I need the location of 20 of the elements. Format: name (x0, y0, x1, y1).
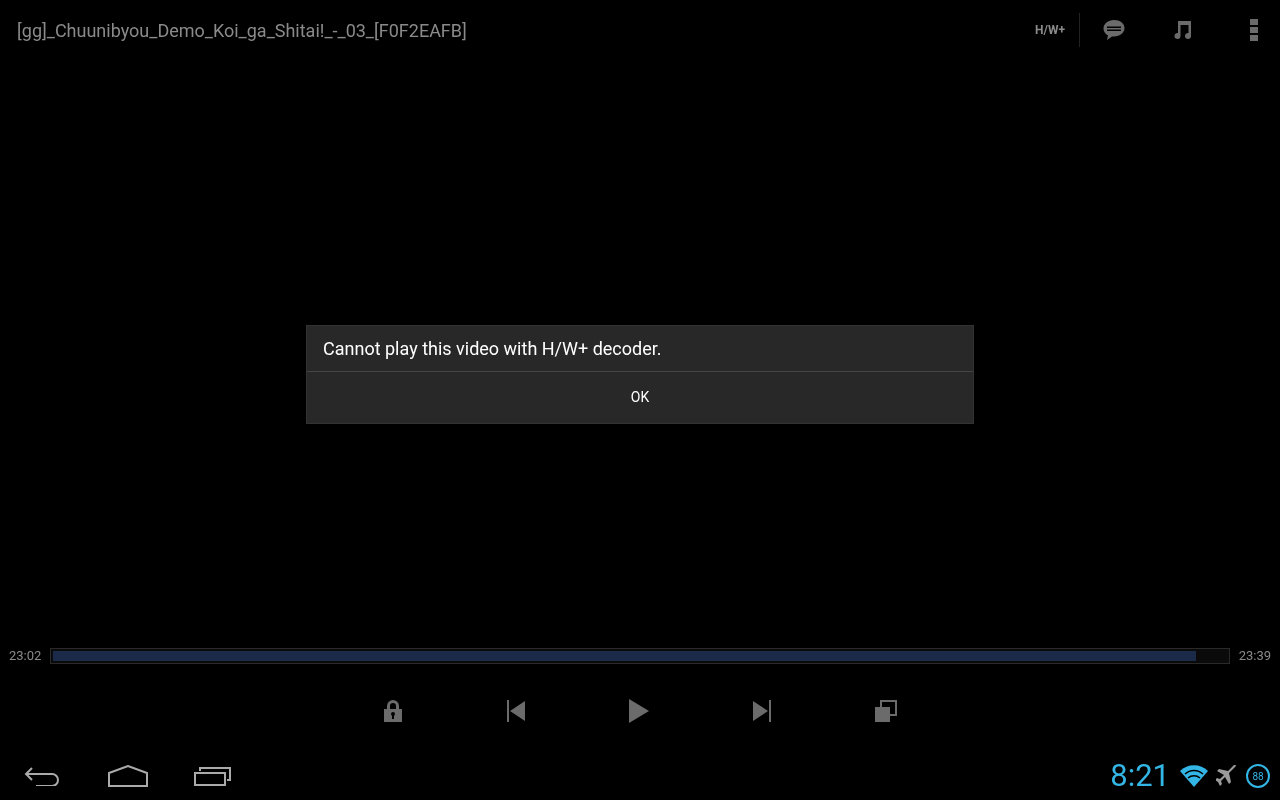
skip-next-icon[interactable] (753, 700, 771, 722)
subtitles-icon[interactable] (1102, 18, 1126, 42)
overflow-menu-icon[interactable] (1250, 19, 1258, 41)
clock: 8:21 (1110, 755, 1170, 796)
home-icon[interactable] (108, 765, 148, 787)
recent-apps-icon[interactable] (194, 766, 232, 786)
wifi-icon (1180, 765, 1208, 787)
decoder-button[interactable]: H/W+ (1021, 8, 1079, 52)
total-time: 23:39 (1238, 647, 1271, 666)
lock-icon[interactable] (383, 700, 403, 722)
dialog-message: Cannot play this video with H/W+ decoder. (307, 326, 973, 372)
battery-indicator: 88 (1246, 764, 1270, 788)
picture-in-picture-icon[interactable] (875, 700, 897, 722)
airplane-icon (1216, 765, 1238, 787)
video-title: [gg]_Chuunibyou_Demo_Koi_ga_Shitai!_-_03_[F0F2EAFB] (17, 18, 468, 43)
ok-button[interactable]: OK (307, 372, 973, 423)
elapsed-time: 23:02 (9, 647, 42, 666)
play-icon[interactable] (629, 699, 649, 723)
back-icon[interactable] (24, 766, 60, 786)
skip-previous-icon[interactable] (507, 700, 525, 722)
